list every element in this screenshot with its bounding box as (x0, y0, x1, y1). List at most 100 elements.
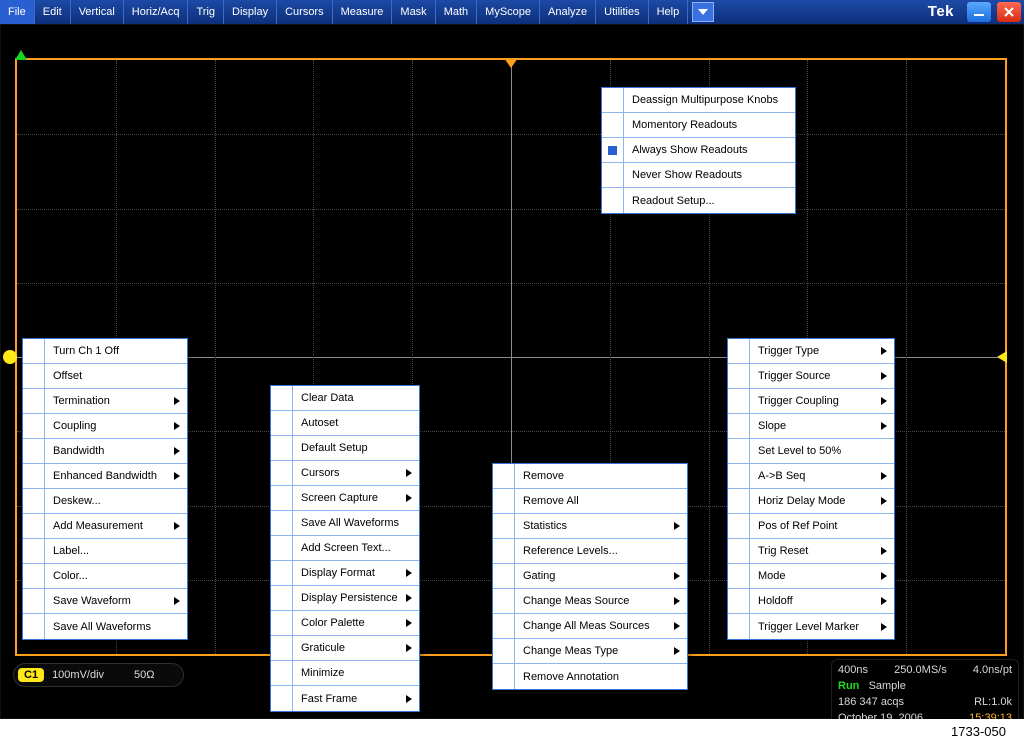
menu-item-termination[interactable]: Termination (23, 389, 187, 414)
menu-item-change-meas-source[interactable]: Change Meas Source (493, 589, 687, 614)
menu-item-label: Remove (515, 470, 687, 482)
menu-item-deassign-knobs[interactable]: Deassign Multipurpose Knobs (602, 88, 795, 113)
submenu-arrow-icon (880, 547, 894, 555)
trigger-position-marker[interactable] (504, 58, 518, 68)
menu-item-offset[interactable]: Offset (23, 364, 187, 389)
menu-item-graticule[interactable]: Graticule (271, 636, 419, 661)
menu-item-label[interactable]: Label... (23, 539, 187, 564)
minimize-button[interactable] (967, 2, 991, 22)
menu-item-label: Enhanced Bandwidth (45, 470, 173, 482)
record-length-label: RL:1.0k (974, 694, 1012, 710)
menu-item-trigger-type[interactable]: Trigger Type (728, 339, 894, 364)
menu-item-label: Pos of Ref Point (750, 520, 894, 532)
menu-mask[interactable]: Mask (392, 0, 435, 24)
menu-vertical[interactable]: Vertical (71, 0, 124, 24)
menu-item-cursors[interactable]: Cursors (271, 461, 419, 486)
menu-item-label: Always Show Readouts (624, 144, 795, 156)
menu-help[interactable]: Help (649, 0, 689, 24)
menu-item-label: Clear Data (293, 392, 419, 404)
submenu-arrow-icon (880, 422, 894, 430)
channel-scale-label: 100mV/div (52, 669, 104, 681)
menu-item-always-show-readouts[interactable]: Always Show Readouts (602, 138, 795, 163)
menu-item-label: Graticule (293, 642, 405, 654)
menu-item-change-meas-type[interactable]: Change Meas Type (493, 639, 687, 664)
submenu-arrow-icon (173, 397, 187, 405)
menu-item-color[interactable]: Color... (23, 564, 187, 589)
minimize-icon (973, 7, 985, 17)
menu-item-label: Display Persistence (293, 592, 406, 604)
help-dropdown-button[interactable] (692, 2, 714, 22)
menu-myscope[interactable]: MyScope (477, 0, 540, 24)
menu-item-label: Momentory Readouts (624, 119, 795, 131)
menu-item-trig-reset[interactable]: Trig Reset (728, 539, 894, 564)
menu-item-label: Change Meas Type (515, 645, 673, 657)
menu-checkbox (602, 188, 624, 213)
menu-item-trigger-level-marker[interactable]: Trigger Level Marker (728, 614, 894, 639)
menu-item-label: Change Meas Source (515, 595, 673, 607)
menu-item-holdoff[interactable]: Holdoff (728, 589, 894, 614)
menu-item-add-screen-text[interactable]: Add Screen Text... (271, 536, 419, 561)
menu-cursors[interactable]: Cursors (277, 0, 333, 24)
menu-item-statistics[interactable]: Statistics (493, 514, 687, 539)
menu-item-add-measurement[interactable]: Add Measurement (23, 514, 187, 539)
submenu-arrow-icon (405, 569, 419, 577)
menu-item-momentary-readouts[interactable]: Momentory Readouts (602, 113, 795, 138)
menu-analyze[interactable]: Analyze (540, 0, 596, 24)
menu-item-default-setup[interactable]: Default Setup (271, 436, 419, 461)
menu-item-readout-setup[interactable]: Readout Setup... (602, 188, 795, 213)
menu-file[interactable]: File (0, 0, 35, 24)
menu-item-mode[interactable]: Mode (728, 564, 894, 589)
menu-item-remove[interactable]: Remove (493, 464, 687, 489)
menu-item-change-all-meas-sources[interactable]: Change All Meas Sources (493, 614, 687, 639)
menu-item-save-waveform[interactable]: Save Waveform (23, 589, 187, 614)
menu-horiz-acq[interactable]: Horiz/Acq (124, 0, 189, 24)
menu-item-coupling[interactable]: Coupling (23, 414, 187, 439)
menu-item-never-show-readouts[interactable]: Never Show Readouts (602, 163, 795, 188)
submenu-arrow-icon (406, 594, 419, 602)
menu-item-remove-annotation[interactable]: Remove Annotation (493, 664, 687, 689)
menu-item-save-all-waveforms-2[interactable]: Save All Waveforms (271, 511, 419, 536)
menu-item-turn-ch1-off[interactable]: Turn Ch 1 Off (23, 339, 187, 364)
menu-item-label: Add Screen Text... (293, 542, 419, 554)
menu-item-bandwidth[interactable]: Bandwidth (23, 439, 187, 464)
menu-item-minimize[interactable]: Minimize (271, 661, 419, 686)
menu-item-ab-seq[interactable]: A->B Seq (728, 464, 894, 489)
menu-item-reference-levels[interactable]: Reference Levels... (493, 539, 687, 564)
menu-item-screen-capture[interactable]: Screen Capture (271, 486, 419, 511)
menu-measure[interactable]: Measure (333, 0, 393, 24)
menu-item-label: Turn Ch 1 Off (45, 345, 187, 357)
menu-item-enhanced-bandwidth[interactable]: Enhanced Bandwidth (23, 464, 187, 489)
menu-item-display-format[interactable]: Display Format (271, 561, 419, 586)
menu-edit[interactable]: Edit (35, 0, 71, 24)
menu-item-slope[interactable]: Slope (728, 414, 894, 439)
menu-item-display-persistence[interactable]: Display Persistence (271, 586, 419, 611)
menu-utilities[interactable]: Utilities (596, 0, 648, 24)
close-button[interactable] (997, 2, 1021, 22)
menu-item-set-level-50[interactable]: Set Level to 50% (728, 439, 894, 464)
menu-item-label: Deassign Multipurpose Knobs (624, 94, 795, 106)
menu-item-save-all-waveforms[interactable]: Save All Waveforms (23, 614, 187, 639)
menu-item-trigger-source[interactable]: Trigger Source (728, 364, 894, 389)
submenu-arrow-icon (173, 522, 187, 530)
menu-trig[interactable]: Trig (188, 0, 224, 24)
menu-item-horiz-delay-mode[interactable]: Horiz Delay Mode (728, 489, 894, 514)
menu-item-label: Cursors (293, 467, 405, 479)
menu-item-deskew[interactable]: Deskew... (23, 489, 187, 514)
menu-item-label: Trigger Coupling (750, 395, 880, 407)
menu-item-clear-data[interactable]: Clear Data (271, 386, 419, 411)
menu-item-label: Trigger Type (750, 345, 880, 357)
channel-readout[interactable]: C1 100mV/div 50Ω (13, 663, 184, 687)
menu-item-gating[interactable]: Gating (493, 564, 687, 589)
trigger-level-marker[interactable] (997, 351, 1007, 363)
channel-ground-marker[interactable] (3, 350, 17, 364)
menu-item-remove-all[interactable]: Remove All (493, 489, 687, 514)
menu-display[interactable]: Display (224, 0, 277, 24)
menu-item-trigger-coupling[interactable]: Trigger Coupling (728, 389, 894, 414)
menu-math[interactable]: Math (436, 0, 477, 24)
submenu-arrow-icon (673, 597, 687, 605)
menu-item-color-palette[interactable]: Color Palette (271, 611, 419, 636)
menu-item-label: Autoset (293, 417, 419, 429)
menu-item-pos-ref-point[interactable]: Pos of Ref Point (728, 514, 894, 539)
menu-item-autoset[interactable]: Autoset (271, 411, 419, 436)
menu-item-fast-frame[interactable]: Fast Frame (271, 686, 419, 711)
